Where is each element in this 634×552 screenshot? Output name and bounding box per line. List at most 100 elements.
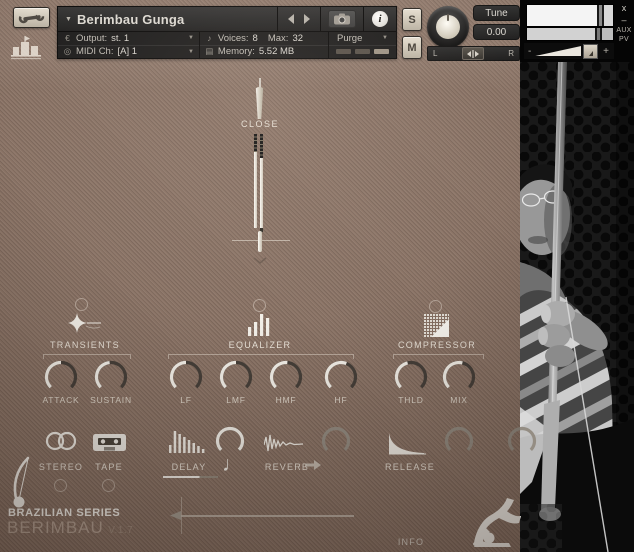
reverb-impulse-icon	[264, 433, 304, 454]
tune-title: Tune	[473, 5, 520, 21]
snapshot-camera-button[interactable]	[328, 10, 356, 28]
transients-bracket	[43, 354, 131, 359]
tape-label: TAPE	[79, 462, 139, 472]
window-controls: x – aux pv	[614, 0, 634, 62]
berimbau-player-photo	[520, 62, 634, 552]
delay-amount-slider[interactable]	[163, 476, 218, 478]
brand-name-line: BERIMBAU V.1.7	[7, 518, 133, 538]
compressor-ratio-icon	[424, 314, 449, 337]
purge-label: Purge	[337, 33, 362, 44]
purge-bar	[336, 49, 351, 54]
release-label: RELEASE	[380, 462, 440, 472]
memory-icon: ▤	[205, 46, 214, 57]
output-jack-icon: €	[63, 33, 72, 43]
delay-label: DELAY	[159, 462, 219, 472]
tune-knob[interactable]	[427, 6, 469, 48]
output-dropdown-icon[interactable]: ▼	[188, 35, 194, 41]
articulation-label: CLOSE	[225, 119, 295, 129]
hf-knob[interactable]	[324, 360, 358, 399]
instrument-header: ▼ Berimbau Gunga i	[57, 6, 397, 59]
lf-knob-label: LF	[161, 395, 211, 405]
wrench-icon	[18, 11, 45, 24]
output-selector[interactable]: € Output: st. 1 ▼	[58, 32, 199, 46]
beater-stick-tip	[259, 78, 261, 88]
articulation-slider-handle[interactable]	[258, 231, 262, 252]
info-button[interactable]: i	[372, 11, 388, 27]
aux-button[interactable]: aux	[616, 27, 631, 34]
compressor-bracket	[393, 354, 484, 359]
midi-channel-selector[interactable]: ◎ MIDI Ch: [A] 1 ▼	[58, 46, 199, 59]
pitch-slider-track[interactable]	[176, 515, 354, 517]
delay-sync-note-button[interactable]: ♩	[222, 454, 243, 475]
title-bar[interactable]: ▼ Berimbau Gunga i	[58, 7, 396, 32]
voices-icon: ♪	[205, 33, 214, 43]
purge-status	[329, 46, 396, 59]
library-logo	[9, 36, 53, 64]
stereo-toggle[interactable]	[54, 479, 67, 492]
solo-button[interactable]: S	[402, 8, 422, 31]
midi-dropdown-icon[interactable]: ▼	[188, 49, 194, 55]
wrench-edit-button[interactable]	[13, 7, 50, 28]
chevron-down-icon[interactable]	[253, 257, 267, 264]
stereo-icon	[44, 431, 80, 451]
memory-label: Memory:	[218, 46, 255, 57]
reverb-arrow-icon[interactable]	[305, 460, 321, 470]
compressor-power-led[interactable]	[429, 300, 442, 313]
purge-bar	[355, 49, 370, 54]
pan-handle[interactable]	[462, 47, 484, 60]
level-meter-left	[526, 4, 614, 27]
info-page-button[interactable]: INFO	[391, 537, 431, 547]
lf-knob[interactable]	[169, 360, 203, 399]
pv-button[interactable]: pv	[619, 36, 629, 43]
sustain-knob-label: SUSTAIN	[86, 395, 136, 405]
reverb-knob[interactable]	[321, 426, 351, 461]
kontakt-instrument-window: ▼ Berimbau Gunga i	[0, 0, 634, 552]
purge-dropdown-icon[interactable]: ▼	[382, 35, 388, 41]
instrument-title: Berimbau Gunga	[77, 12, 185, 27]
eq-bars-icon	[247, 314, 271, 336]
equalizer-power-led[interactable]	[253, 299, 266, 312]
volume-plus-button[interactable]: +	[598, 46, 614, 57]
mute-label: M	[407, 42, 416, 54]
compressor-section-label: COMPRESSOR	[382, 340, 492, 350]
berimbau-rod-left	[254, 134, 257, 228]
next-instrument-icon[interactable]	[304, 14, 310, 24]
berimbau-bow-icon	[8, 456, 36, 510]
minimize-window-button[interactable]: –	[621, 15, 626, 25]
purge-menu[interactable]: Purge ▼	[329, 32, 396, 46]
mute-button[interactable]: M	[402, 36, 422, 59]
hmf-knob-label: HMF	[261, 395, 311, 405]
pan-slider[interactable]: L R	[427, 46, 520, 61]
volume-handle[interactable]	[583, 44, 598, 59]
memory-readout: ▤ Memory: 5.52 MB	[200, 46, 328, 59]
sustain-knob[interactable]	[94, 360, 128, 399]
release-envelope-icon	[388, 430, 426, 455]
lmf-knob[interactable]	[219, 360, 253, 399]
tape-toggle[interactable]	[102, 479, 115, 492]
attack-knob[interactable]	[44, 360, 78, 399]
solo-label: S	[408, 14, 415, 26]
midi-label: MIDI Ch:	[76, 46, 113, 57]
hmf-knob[interactable]	[269, 360, 303, 399]
tune-knob-pointer	[447, 14, 449, 21]
volume-ramp-icon	[535, 46, 581, 56]
brand-name: BERIMBAU	[7, 518, 104, 537]
volume-minus-button[interactable]: -	[524, 46, 535, 57]
edge-knob[interactable]	[507, 426, 537, 461]
tune-title-text: Tune	[485, 8, 507, 19]
prev-instrument-icon[interactable]	[288, 14, 294, 24]
delay-echo-icon	[169, 429, 207, 454]
close-window-button[interactable]: x	[622, 3, 627, 13]
mix-knob[interactable]	[442, 360, 476, 399]
title-dropdown-icon[interactable]: ▼	[58, 16, 77, 23]
transients-power-led[interactable]	[75, 298, 88, 311]
output-label: Output:	[76, 33, 107, 44]
thld-knob[interactable]	[394, 360, 428, 399]
pitch-slider-handle[interactable]	[170, 511, 181, 520]
volume-slider[interactable]: - +	[524, 43, 614, 59]
brand-version: V.1.7	[108, 525, 133, 536]
tune-value-field[interactable]: 0.00	[473, 24, 520, 40]
pan-right-label: R	[503, 49, 519, 58]
release-knob[interactable]	[444, 426, 474, 461]
equalizer-bracket	[168, 354, 354, 359]
